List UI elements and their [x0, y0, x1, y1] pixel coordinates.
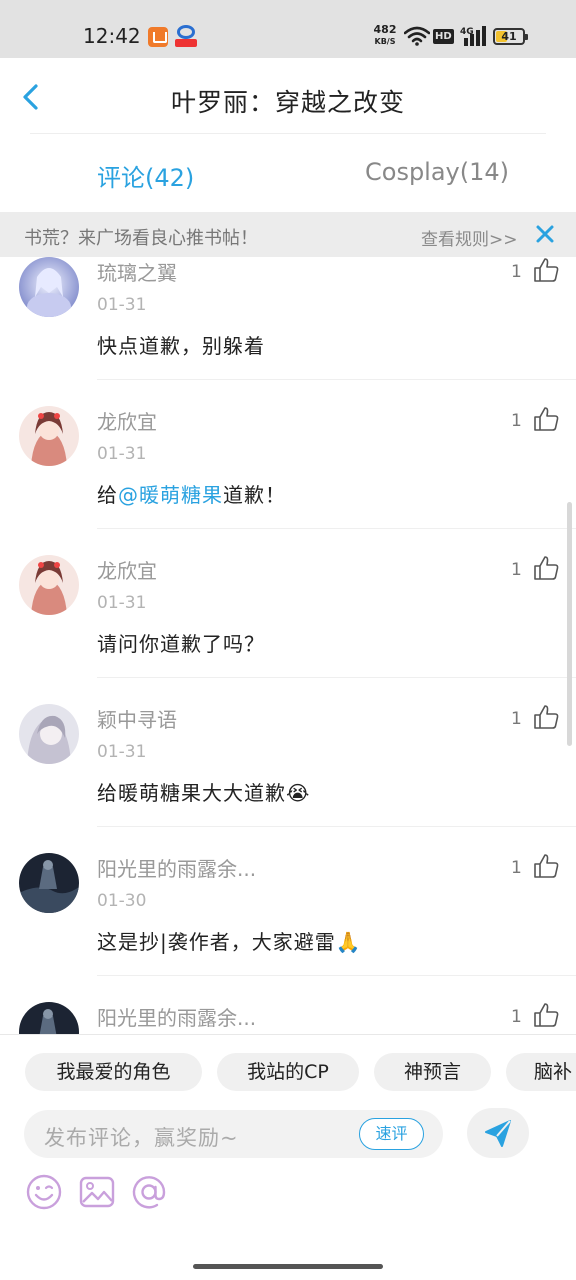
comment-date: 01-31	[97, 444, 147, 464]
tab-bar: 评论(42) Cosplay(14)	[0, 134, 576, 212]
comment-text-before: 给	[97, 483, 118, 507]
comment-username[interactable]: 颖中寻语	[97, 704, 177, 733]
comment-username[interactable]: 龙欣宜	[97, 555, 157, 584]
comment-divider	[97, 379, 576, 380]
comment-date: 01-31	[97, 593, 147, 613]
comment-input-placeholder: 发布评论，赢奖励~	[44, 1126, 239, 1150]
hd-badge: HD	[433, 29, 454, 44]
status-bar: 12:42 482 KB/S HD 4G 41	[0, 0, 576, 58]
thumbs-up-icon[interactable]	[533, 406, 559, 432]
avatar[interactable]	[19, 704, 79, 764]
topic-chip-cp[interactable]: 我站的CP	[217, 1053, 359, 1091]
close-icon[interactable]	[533, 222, 557, 246]
avatar[interactable]	[19, 1002, 79, 1034]
comment-composer: 我最爱的角色 我站的CP 神预言 脑补 发布评论，赢奖励~ 速评	[0, 1034, 576, 1250]
topic-chip-favorite-character[interactable]: 我最爱的角色	[25, 1053, 202, 1091]
wifi-icon	[404, 26, 430, 46]
comment-text: 给@暖萌糖果道歉！	[97, 479, 286, 508]
comment-item: 阳光里的雨露余... 1	[0, 1002, 576, 1034]
thumbs-up-icon[interactable]	[533, 257, 559, 283]
comment-text-body: 这是抄|袭作者，大家避雷	[97, 930, 336, 954]
avatar[interactable]	[19, 257, 79, 317]
signal-icon	[464, 26, 486, 46]
comment-divider	[97, 528, 576, 529]
like-count: 1	[511, 262, 522, 282]
tab-comments[interactable]: 评论(42)	[97, 158, 194, 193]
quick-comment-button[interactable]: 速评	[359, 1118, 424, 1150]
thumbs-up-icon[interactable]	[533, 853, 559, 879]
at-icon[interactable]	[130, 1173, 168, 1211]
comment-username[interactable]: 阳光里的雨露余...	[97, 853, 256, 882]
comment-list[interactable]: 琉璃之翼 01-31 快点道歉，别躲着 1 龙欣宜 01-31 给@暖萌糖果道歉…	[0, 257, 576, 1034]
topic-chip-prophecy[interactable]: 神预言	[374, 1053, 491, 1091]
image-icon[interactable]	[78, 1173, 116, 1211]
send-icon	[485, 1120, 511, 1147]
comment-divider	[97, 677, 576, 678]
notice-text: 书荒？来广场看良心推书帖！	[24, 228, 258, 249]
avatar[interactable]	[19, 555, 79, 615]
comment-divider	[97, 826, 576, 827]
comment-date: 01-30	[97, 891, 147, 911]
emoji-icon[interactable]	[25, 1173, 63, 1211]
comment-item: 颖中寻语 01-31 给暖萌糖果大大道歉😭 1	[0, 704, 576, 853]
battery-level: 41	[501, 30, 517, 43]
comment-input[interactable]: 发布评论，赢奖励~ 速评	[24, 1110, 443, 1158]
view-rules-link[interactable]: 查看规则>>	[421, 225, 518, 250]
battery-icon: 41	[493, 28, 528, 45]
comment-username[interactable]: 龙欣宜	[97, 406, 157, 435]
comment-text-after: 道歉！	[223, 483, 286, 507]
thumbs-up-icon[interactable]	[533, 1002, 559, 1028]
comment-date: 01-31	[97, 295, 147, 315]
avatar[interactable]	[19, 853, 79, 913]
avatar-image	[19, 257, 79, 317]
comment-text: 快点道歉，别躲着	[97, 334, 265, 358]
status-time: 12:42	[83, 24, 141, 48]
comment-username[interactable]: 琉璃之翼	[97, 257, 177, 286]
like-count: 1	[511, 411, 522, 431]
like-count: 1	[511, 1007, 522, 1027]
avatar-image	[19, 853, 79, 913]
header: 叶罗丽：穿越之改变	[0, 58, 576, 134]
comment-text: 这是抄|袭作者，大家避雷🙏	[97, 926, 362, 955]
network-speed: 482 KB/S	[371, 23, 399, 47]
network-speed-unit: KB/S	[374, 37, 396, 46]
send-button[interactable]	[467, 1108, 529, 1158]
comment-item: 阳光里的雨露余... 01-30 这是抄|袭作者，大家避雷🙏 1	[0, 853, 576, 1002]
comment-date: 01-31	[97, 742, 147, 762]
avatar-image	[19, 1002, 79, 1034]
topic-chip-imagination[interactable]: 脑补	[506, 1053, 576, 1091]
comment-item: 龙欣宜 01-31 给@暖萌糖果道歉！ 1	[0, 406, 576, 555]
tab-cosplay[interactable]: Cosplay(14)	[365, 158, 509, 186]
comment-text-body: 给暖萌糖果大大道歉	[97, 781, 286, 805]
orange-app-icon	[148, 27, 168, 47]
scrollbar[interactable]	[567, 502, 572, 746]
page-title: 叶罗丽：穿越之改变	[170, 88, 405, 117]
thumbs-up-icon[interactable]	[533, 704, 559, 730]
crying-emoji: 😭	[286, 781, 311, 805]
praying-hands-emoji: 🙏	[335, 930, 362, 954]
thumbs-up-icon[interactable]	[533, 555, 559, 581]
comment-text: 给暖萌糖果大大道歉😭	[97, 777, 310, 806]
like-count: 1	[511, 709, 522, 729]
like-count: 1	[511, 560, 522, 580]
comment-text: 请问你道歉了吗？	[97, 632, 265, 656]
comment-item: 琉璃之翼 01-31 快点道歉，别躲着 1	[0, 257, 576, 380]
comment-divider	[97, 975, 576, 976]
blue-red-app-icon	[175, 25, 197, 47]
comment-item: 龙欣宜 01-31 请问你道歉了吗？ 1	[0, 555, 576, 704]
avatar-image	[19, 555, 79, 615]
home-indicator[interactable]	[193, 1264, 383, 1269]
like-count: 1	[511, 858, 522, 878]
avatar[interactable]	[19, 406, 79, 466]
user-mention-link[interactable]: @暖萌糖果	[118, 483, 223, 507]
network-speed-value: 482	[373, 23, 397, 36]
avatar-image	[19, 406, 79, 466]
notice-banner: 书荒？来广场看良心推书帖！ 查看规则>>	[0, 212, 576, 257]
comment-username[interactable]: 阳光里的雨露余...	[97, 1002, 256, 1031]
avatar-image	[19, 704, 79, 764]
